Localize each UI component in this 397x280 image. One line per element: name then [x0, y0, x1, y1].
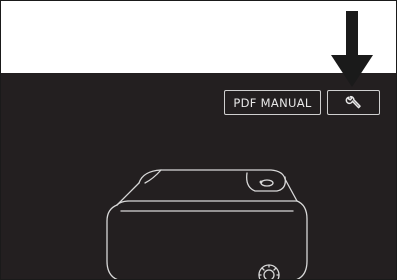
pdf-manual-label: PDF MANUAL: [233, 95, 312, 110]
wrench-icon: [345, 95, 361, 108]
settings-button[interactable]: [327, 90, 380, 115]
projector-icon: [106, 169, 308, 279]
screenshot-frame: PDF MANUAL: [0, 0, 397, 280]
arrow-down-icon: [331, 11, 373, 87]
pdf-manual-button[interactable]: PDF MANUAL: [224, 90, 321, 115]
app-screen: PDF MANUAL: [1, 73, 396, 279]
